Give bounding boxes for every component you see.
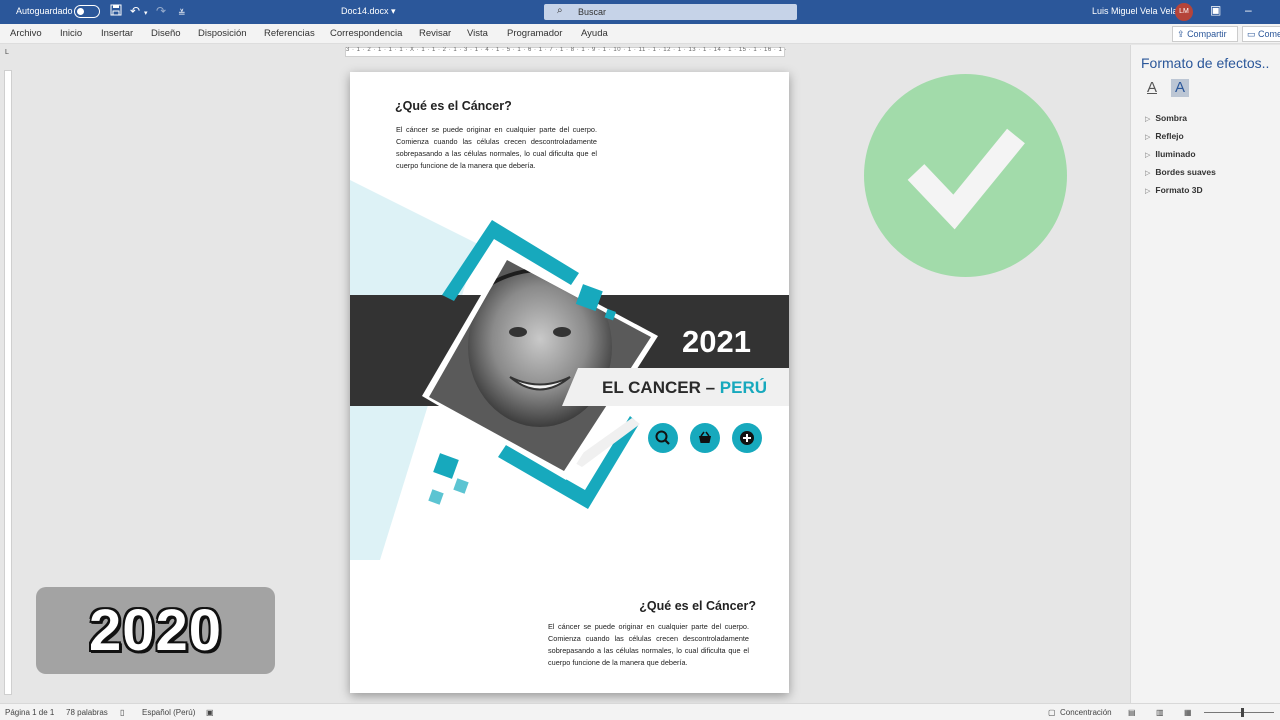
focus-icon[interactable]: ▢ xyxy=(1048,708,1056,717)
tab-insertar[interactable]: Insertar xyxy=(101,28,133,39)
focus-mode[interactable]: Concentración xyxy=(1060,708,1112,717)
search-placeholder: Buscar xyxy=(578,7,607,17)
zoom-thumb[interactable] xyxy=(1241,708,1244,717)
tab-vista[interactable]: Vista xyxy=(467,28,488,39)
tab-referencias[interactable]: Referencias xyxy=(264,28,315,39)
tab-inicio[interactable]: Inicio xyxy=(60,28,82,39)
ribbon-display-icon[interactable]: ▣ xyxy=(1210,3,1221,17)
year-overlay-text: 2020 xyxy=(88,598,223,663)
autosave-label: Autoguardado xyxy=(16,6,73,16)
pane-item-bordes-suaves[interactable]: ▷ Bordes suaves xyxy=(1145,167,1216,177)
tab-revisar[interactable]: Revisar xyxy=(419,28,451,39)
year-overlay-badge: 2020 xyxy=(36,587,275,674)
tab-diseno[interactable]: Diseño xyxy=(151,28,181,39)
paragraph-bottom: El cáncer se puede originar en cualquier… xyxy=(548,622,749,667)
expand-arrow-icon: ▷ xyxy=(1145,152,1151,159)
tab-programador[interactable]: Programador xyxy=(507,28,562,39)
tab-disposicion[interactable]: Disposición xyxy=(198,28,247,39)
check-icon xyxy=(864,74,1067,277)
comments-button[interactable]: ▭ Comentarios xyxy=(1242,26,1280,42)
autosave-toggle[interactable] xyxy=(74,5,100,18)
word-count[interactable]: 78 palabras xyxy=(66,708,108,717)
share-button[interactable]: ⇪ Compartir xyxy=(1172,26,1238,42)
language[interactable]: Español (Perú) xyxy=(142,708,195,717)
ruler-numbers: 3 · 1 · 2 · 1 · 1 · 1 · X · 1 · 1 · 2 · … xyxy=(346,47,786,53)
zoom-slider[interactable] xyxy=(1204,712,1274,713)
redo-icon[interactable]: ↷ xyxy=(156,4,166,18)
share-label: Compartir xyxy=(1187,29,1227,39)
page-count[interactable]: Página 1 de 1 xyxy=(5,708,54,717)
text-effects-icon[interactable]: A xyxy=(1171,79,1189,97)
pane-item-reflejo[interactable]: ▷ Reflejo xyxy=(1145,131,1184,141)
minimize-icon[interactable]: – xyxy=(1245,3,1252,17)
avatar[interactable]: LM xyxy=(1175,3,1193,21)
customize-toolbar-icon[interactable]: ≚ xyxy=(178,6,186,20)
search-icon: ⌕ xyxy=(557,5,563,16)
user-name[interactable]: Luis Miguel Vela Vela xyxy=(1092,6,1178,16)
text-fill-icon[interactable]: A xyxy=(1143,79,1161,97)
cover-title: EL CANCER – PERÚ xyxy=(602,378,767,397)
print-layout-icon[interactable]: ▥ xyxy=(1156,708,1164,717)
document-name[interactable]: Doc14.docx ▾ xyxy=(341,6,396,17)
expand-arrow-icon: ▷ xyxy=(1145,188,1151,195)
save-icon[interactable] xyxy=(110,4,122,19)
comments-label: Comentarios xyxy=(1258,29,1280,39)
proofing-icon[interactable]: ▯ xyxy=(120,708,124,717)
expand-arrow-icon: ▷ xyxy=(1145,170,1151,177)
title-bar: Autoguardado ↶ ▾ ↷ ≚ Doc14.docx ▾ ⌕ Busc… xyxy=(0,0,1280,24)
expand-arrow-icon: ▷ xyxy=(1145,134,1151,141)
undo-icon[interactable]: ↶ xyxy=(130,4,140,18)
undo-dropdown-icon[interactable]: ▾ xyxy=(144,7,148,21)
document-page[interactable]: ¿Qué es el Cáncer? El cáncer se puede or… xyxy=(350,72,789,693)
ribbon-tabs: Archivo Inicio Insertar Diseño Disposici… xyxy=(0,24,1280,44)
status-bar: Página 1 de 1 78 palabras ▯ Español (Per… xyxy=(0,703,1280,720)
pane-item-formato-3d[interactable]: ▷ Formato 3D xyxy=(1145,185,1203,195)
tab-correspondencia[interactable]: Correspondencia xyxy=(330,28,402,39)
search-icon xyxy=(648,423,678,453)
web-layout-icon[interactable]: ▦ xyxy=(1184,708,1192,717)
expand-arrow-icon: ▷ xyxy=(1145,116,1151,123)
teal-square-small xyxy=(453,478,469,494)
heading-bottom: ¿Qué es el Cáncer? xyxy=(639,599,756,613)
horizontal-ruler[interactable]: 3 · 1 · 2 · 1 · 1 · 1 · X · 1 · 1 · 2 · … xyxy=(345,47,786,57)
vertical-ruler[interactable] xyxy=(4,70,12,695)
tab-ayuda[interactable]: Ayuda xyxy=(581,28,608,39)
tab-archivo[interactable]: Archivo xyxy=(10,28,42,39)
cover-title-accent: PERÚ xyxy=(719,378,767,397)
basket-icon xyxy=(690,423,720,453)
format-effects-pane: Formato de efectos.. A A ▷ Sombra ▷ Reflej… xyxy=(1130,45,1280,703)
teal-square-small xyxy=(428,489,444,505)
share-icon: ⇪ xyxy=(1177,29,1185,39)
read-mode-icon[interactable]: ▤ xyxy=(1128,708,1136,717)
comment-icon: ▭ xyxy=(1247,29,1256,39)
pane-item-iluminado[interactable]: ▷ Iluminado xyxy=(1145,149,1196,159)
pane-item-sombra[interactable]: ▷ Sombra xyxy=(1145,113,1187,123)
teal-square xyxy=(433,453,459,479)
cover-year: 2021 xyxy=(682,324,751,359)
tab-selector[interactable]: L xyxy=(5,49,9,56)
pane-title: Formato de efectos.. xyxy=(1141,55,1270,71)
search-box[interactable]: ⌕ Buscar xyxy=(544,4,797,20)
accessibility-icon[interactable]: ▣ xyxy=(206,708,214,717)
plus-icon xyxy=(732,423,762,453)
